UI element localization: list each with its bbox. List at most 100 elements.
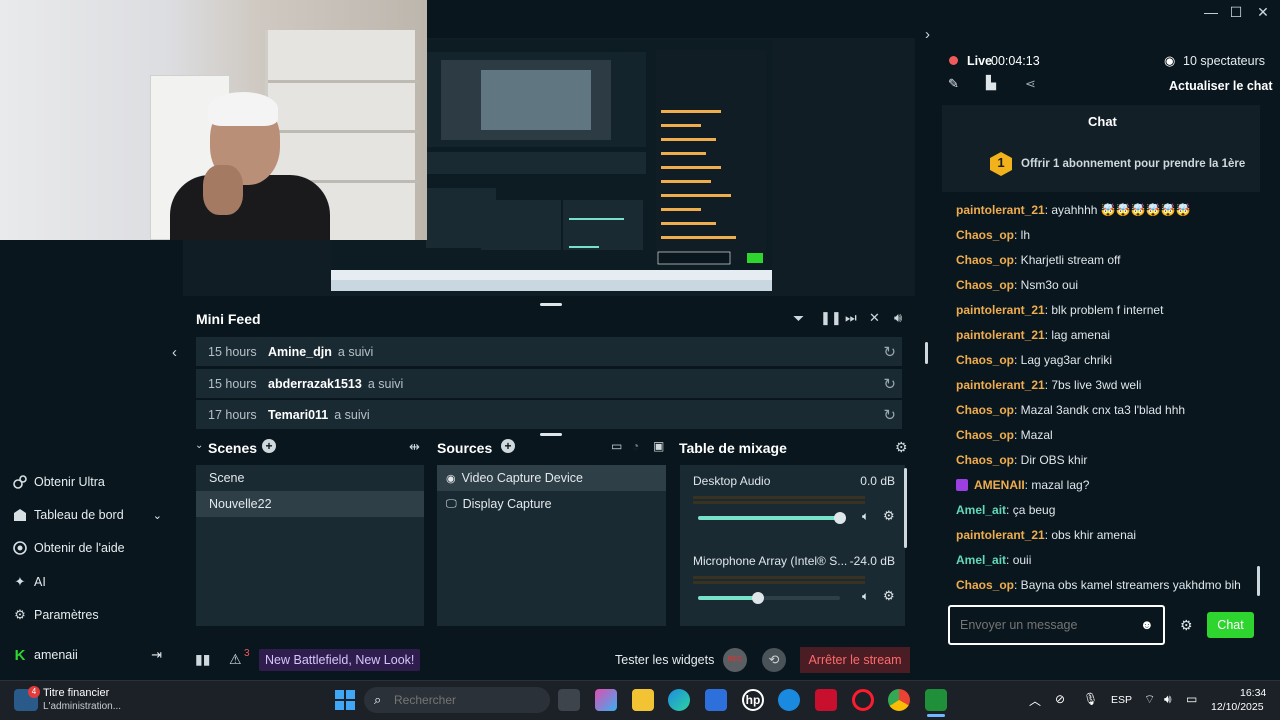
logout-icon[interactable]: ⇥	[151, 647, 162, 663]
maximize-button[interactable]: ☐	[1223, 0, 1249, 24]
mute-notifications-icon[interactable]: ✕	[869, 310, 880, 326]
kick-studio-icon[interactable]	[925, 689, 947, 711]
file-explorer-icon[interactable]	[632, 689, 654, 711]
clock-time[interactable]: 16:34	[1240, 687, 1266, 699]
mixer-scrollbar[interactable]	[904, 468, 907, 548]
nav-help[interactable]: Obtenir de l'aide	[12, 535, 125, 561]
clip-icon[interactable]: ▙	[986, 75, 996, 91]
nav-ai[interactable]: ✦ AI	[12, 569, 46, 595]
nav-settings[interactable]: ⚙ Paramètres	[12, 602, 98, 628]
feed-user[interactable]: Amine_djn	[268, 345, 332, 359]
feed-scrollbar[interactable]	[925, 342, 928, 364]
replay-icon[interactable]: ↻	[883, 406, 896, 424]
source-item[interactable]: 🖵 Display Capture	[437, 491, 666, 517]
screen-icon[interactable]: ▭	[611, 439, 622, 453]
stats-icon[interactable]: ▮▮	[195, 651, 210, 668]
chat-input[interactable]	[960, 616, 1130, 634]
nav-user[interactable]: K amenaii ⇥	[12, 642, 162, 668]
chat-username[interactable]: Chaos_op	[956, 428, 1014, 442]
nav-dashboard[interactable]: Tableau de bord ⌄	[12, 502, 162, 528]
share-icon[interactable]: ⋖	[1025, 76, 1036, 92]
chevron-down-icon[interactable]: ⌄	[195, 440, 203, 451]
volume-slider[interactable]	[698, 592, 840, 604]
meet-now-icon[interactable]: ⊘	[1055, 692, 1065, 706]
slider-handle[interactable]	[834, 512, 846, 524]
chat-username[interactable]: Chaos_op	[956, 353, 1014, 367]
chat-username[interactable]: paintolerant_21	[956, 303, 1045, 317]
taskbar-search[interactable]: ⌕	[364, 687, 550, 713]
emoji-icon[interactable]: ☻	[1140, 617, 1154, 632]
source-item-selected[interactable]: ◉ Video Capture Device	[437, 465, 666, 491]
chat-username[interactable]: Chaos_op	[956, 578, 1014, 592]
skip-icon[interactable]: ⏭	[845, 310, 857, 326]
hp-icon[interactable]: hp	[742, 689, 764, 711]
news-subtitle[interactable]: L'administration...	[43, 701, 121, 712]
chat-username[interactable]: AMENAII	[974, 478, 1025, 492]
chat-username[interactable]: paintolerant_21	[956, 203, 1045, 217]
skype-icon[interactable]	[778, 689, 800, 711]
slider-handle[interactable]	[751, 592, 764, 604]
scene-item[interactable]: Scene	[196, 465, 424, 491]
task-view-icon[interactable]	[558, 689, 580, 711]
opera-icon[interactable]	[852, 689, 874, 711]
chevron-up-icon[interactable]: ︿	[1029, 692, 1041, 709]
chat-username[interactable]: paintolerant_21	[956, 378, 1045, 392]
rec-button[interactable]: REC	[723, 648, 747, 672]
right-collapse-arrow[interactable]: ›	[925, 26, 930, 43]
promo-banner[interactable]: New Battlefield, New Look!	[259, 649, 421, 671]
replay-icon[interactable]: ↻	[883, 343, 896, 361]
filter-icon[interactable]: ⏷	[793, 310, 804, 327]
send-chat-button[interactable]: Chat	[1207, 612, 1254, 638]
sub-gift-banner[interactable]: 1 Offrir 1 abonnement pour prendre la 1è…	[942, 136, 1260, 192]
speaker-icon[interactable]: 🔊︎	[1164, 692, 1172, 707]
left-collapse-arrow[interactable]: ‹	[172, 344, 177, 361]
chat-username[interactable]: paintolerant_21	[956, 528, 1045, 542]
edge-icon[interactable]	[668, 689, 690, 711]
chat-username[interactable]: Amel_ait	[956, 503, 1006, 517]
copilot-icon[interactable]	[595, 689, 617, 711]
stop-stream-button[interactable]: Arrêter le stream	[800, 647, 910, 673]
gear-icon[interactable]: ⚙	[895, 439, 908, 456]
volume-slider[interactable]	[698, 512, 846, 524]
chat-username[interactable]: paintolerant_21	[956, 328, 1045, 342]
chrome-icon[interactable]	[888, 689, 910, 711]
add-source-icon[interactable]: +	[501, 439, 515, 453]
chat-input-box[interactable]: ☻	[948, 605, 1165, 645]
microphone-icon[interactable]: 🎙︎	[1083, 692, 1098, 706]
feed-user[interactable]: Temari011	[268, 408, 328, 422]
nav-get-ultra[interactable]: Obtenir Ultra	[12, 469, 105, 495]
windows-start-icon[interactable]	[335, 690, 355, 710]
chat-username[interactable]: Chaos_op	[956, 228, 1014, 242]
mcafee-icon[interactable]	[815, 689, 837, 711]
refresh-chat-button[interactable]: Actualiser le chat	[1169, 79, 1273, 93]
wifi-icon[interactable]: ⌔	[1144, 692, 1155, 707]
clock-date[interactable]: 12/10/2025	[1211, 701, 1264, 713]
volume-icon[interactable]: 🔊︎	[894, 310, 902, 326]
alert-icon[interactable]: ⚠	[229, 651, 242, 668]
chat-settings-icon[interactable]: ⚙	[1180, 617, 1193, 634]
volume-icon[interactable]: 🔈︎	[862, 509, 869, 524]
gear-icon[interactable]: ⚙	[883, 588, 895, 604]
add-scene-icon[interactable]: +	[262, 439, 276, 453]
pause-icon[interactable]: ❚❚	[820, 310, 842, 326]
language-indicator[interactable]: ESP	[1111, 694, 1132, 706]
test-widgets-button[interactable]: Tester les widgets	[615, 653, 714, 667]
gear-icon[interactable]: ⚙	[883, 508, 895, 524]
feed-resize-handle[interactable]	[540, 433, 562, 436]
news-title[interactable]: Titre financier	[43, 687, 109, 699]
battery-icon[interactable]: ▭	[1186, 692, 1197, 706]
chat-scrollbar[interactable]	[1257, 566, 1260, 596]
close-button[interactable]: ✕	[1250, 0, 1276, 24]
minimize-button[interactable]: —	[1198, 0, 1224, 24]
replay-icon[interactable]: ↻	[883, 375, 896, 393]
scene-transition-icon[interactable]: ⇹	[409, 439, 420, 455]
volume-icon[interactable]: 🔈︎	[862, 589, 869, 604]
audio-icon[interactable]: ◔	[632, 439, 639, 453]
chat-username[interactable]: Chaos_op	[956, 403, 1014, 417]
search-input[interactable]	[394, 692, 534, 708]
chat-username[interactable]: Chaos_op	[956, 453, 1014, 467]
chat-username[interactable]: Amel_ait	[956, 553, 1006, 567]
replay-buffer-icon[interactable]: ⟲	[762, 648, 786, 672]
edit-icon[interactable]: ✎	[948, 76, 959, 92]
folder-icon[interactable]: ▣	[653, 439, 664, 453]
